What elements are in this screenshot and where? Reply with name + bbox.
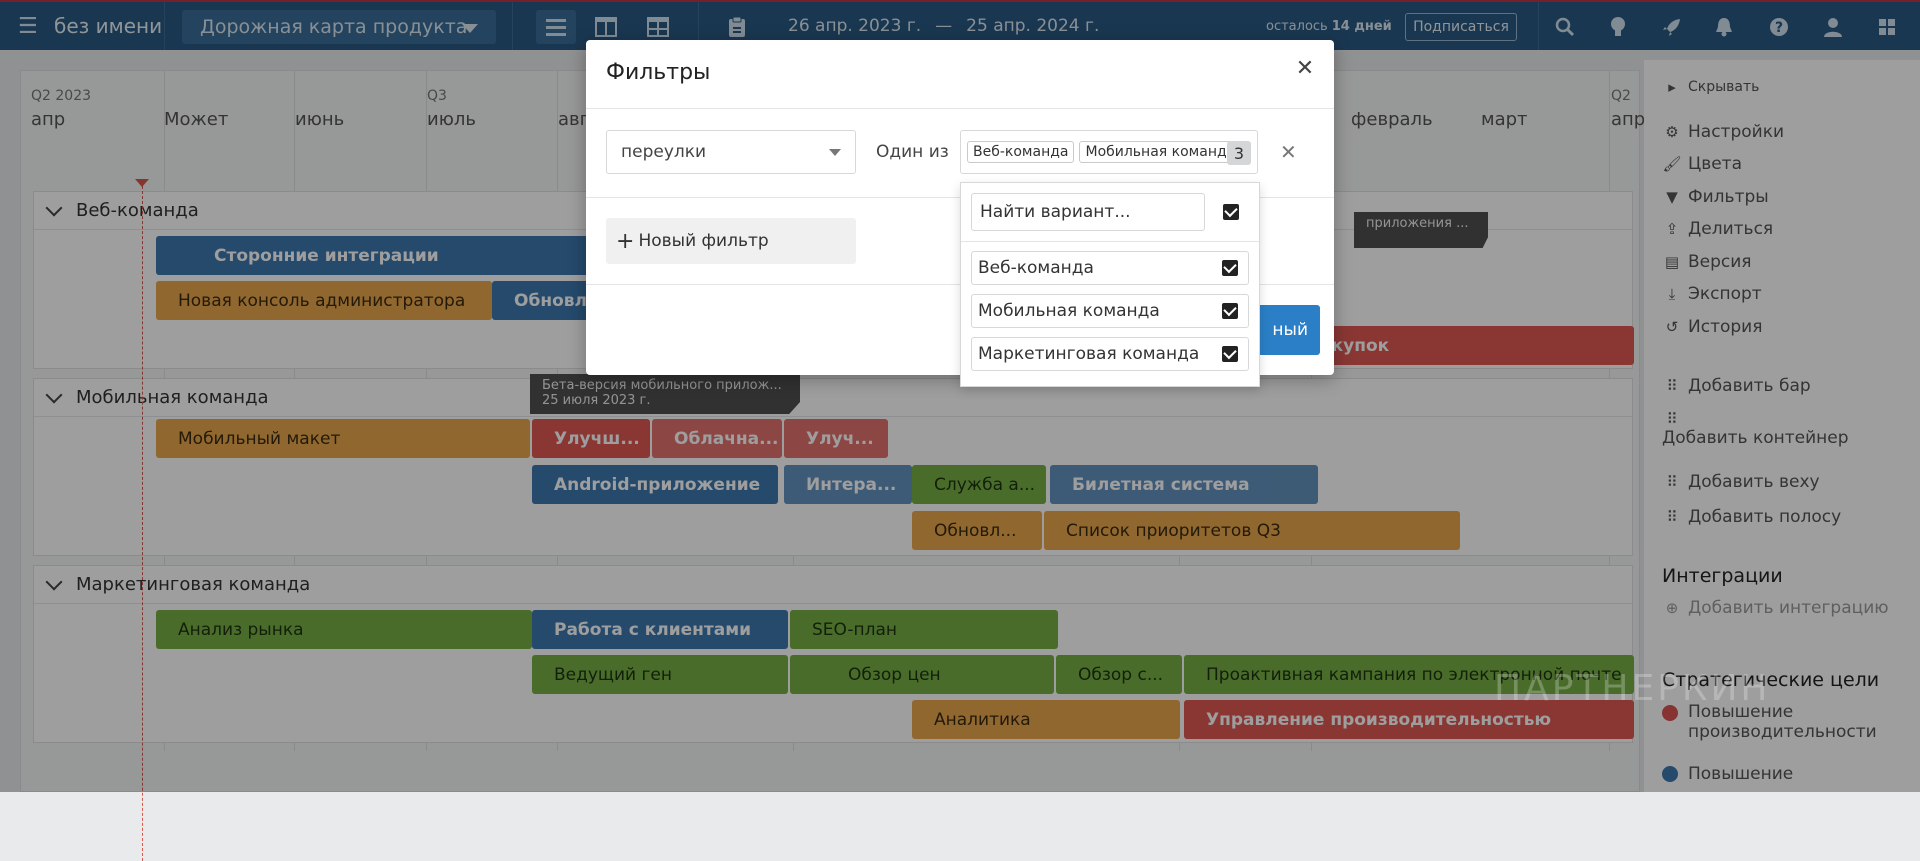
option-mobile-team[interactable]: Мобильная команда bbox=[971, 294, 1249, 328]
option-label: Мобильная команда bbox=[978, 301, 1160, 321]
new-filter-label: Новый фильтр bbox=[638, 231, 769, 251]
option-marketing-team[interactable]: Маркетинговая команда bbox=[971, 337, 1249, 371]
value-dropdown: Найти вариант... Веб-команда Мобильная к… bbox=[960, 182, 1260, 387]
modal-title: Фильтры bbox=[606, 60, 711, 85]
filter-field-select[interactable]: переулки bbox=[606, 130, 856, 174]
remove-filter-icon[interactable]: ✕ bbox=[1280, 140, 1297, 164]
value-tag[interactable]: Веб-команда bbox=[967, 141, 1075, 163]
option-checkbox[interactable] bbox=[1222, 303, 1238, 319]
option-checkbox[interactable] bbox=[1222, 346, 1238, 362]
filter-operator[interactable]: Один из bbox=[876, 142, 949, 162]
value-tag[interactable]: Мобильная команда bbox=[1079, 141, 1242, 163]
filter-value-select[interactable]: Веб-команда Мобильная команда 3 bbox=[960, 130, 1258, 174]
filter-field-value: переулки bbox=[621, 142, 707, 162]
tag-count-badge: 3 bbox=[1227, 141, 1251, 165]
option-checkbox[interactable] bbox=[1222, 260, 1238, 276]
new-filter-button[interactable]: + Новый фильтр bbox=[606, 218, 856, 264]
option-label: Маркетинговая команда bbox=[978, 344, 1200, 364]
option-web-team[interactable]: Веб-команда bbox=[971, 251, 1249, 285]
divider bbox=[961, 241, 1259, 242]
option-search-input[interactable]: Найти вариант... bbox=[971, 193, 1205, 231]
watermark: ПАРТНЕРКИН bbox=[1494, 668, 1771, 709]
option-label: Веб-команда bbox=[978, 258, 1094, 278]
plus-icon: + bbox=[616, 228, 635, 254]
select-all-checkbox[interactable] bbox=[1223, 204, 1239, 220]
chevron-down-icon bbox=[829, 149, 841, 156]
close-icon[interactable]: ✕ bbox=[1292, 56, 1318, 81]
divider bbox=[586, 108, 1334, 109]
